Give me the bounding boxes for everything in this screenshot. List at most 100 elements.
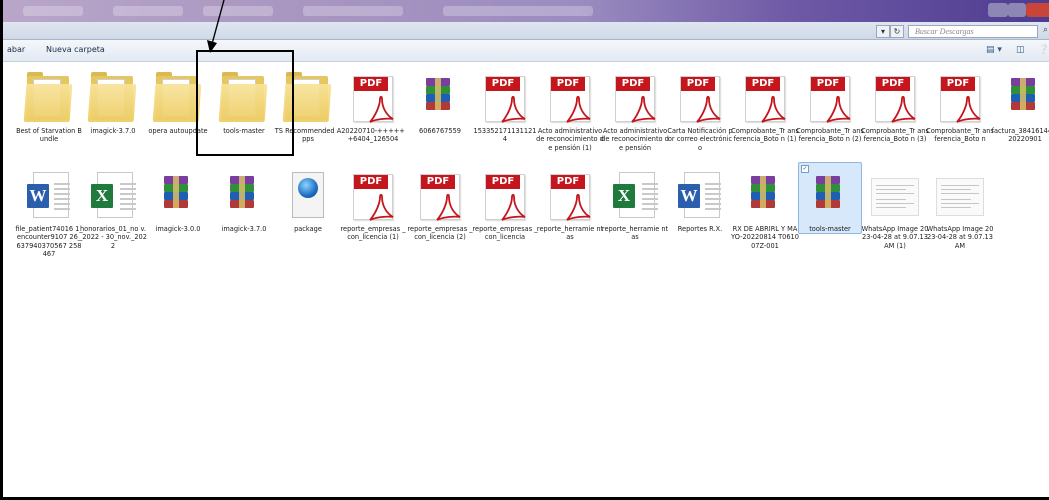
file-icon: PDF [479, 70, 531, 124]
file-item[interactable]: PDF Comprobante_Tr ansferencia_Boto n (3… [861, 70, 929, 180]
file-item[interactable]: PDF Comprobante_Tr ansferencia_Boto n (1… [731, 70, 799, 180]
file-label: WhatsApp Image 2023-04-28 at 9.07.13 AM [926, 225, 994, 250]
help-icon[interactable]: ❔ [1038, 45, 1049, 55]
word-badge-icon: W [678, 184, 700, 208]
file-icon: PDF [414, 168, 466, 222]
file-icon: PDF [479, 168, 531, 222]
acrobat-icon [566, 95, 591, 123]
refresh-button[interactable]: ↻ [890, 25, 904, 38]
file-label: reporte_empresas _con_licencia [472, 225, 538, 242]
file-icon: X [609, 168, 661, 222]
word-badge-icon: W [27, 184, 49, 208]
file-item[interactable]: PDF Acto administrativo de reconocimient… [536, 70, 604, 180]
file-item[interactable]: imagick-3.0.0 [146, 168, 210, 278]
file-label: 153352171131121 4 [473, 127, 537, 144]
file-item[interactable]: W file_patient74016 1_encounter9107 26_6… [15, 168, 83, 278]
search-input[interactable]: Buscar Descargas [908, 25, 1038, 38]
file-icon: PDF [544, 70, 596, 124]
minimize-button[interactable] [988, 3, 1008, 17]
file-item[interactable]: PDF reporte_herramie ntas [537, 168, 603, 278]
file-label: Carta Notificación por correo electrónic… [667, 127, 733, 152]
file-label: Acto administrativo de reconocimiento de… [601, 127, 669, 152]
preview-pane-icon[interactable]: ◫ [1016, 45, 1025, 55]
file-icon [869, 168, 921, 222]
file-item[interactable]: RX DE ABRIRL Y MAYO-20220814 T061007Z-00… [731, 168, 799, 278]
file-item[interactable]: package [276, 168, 340, 278]
winrar-archive-icon [426, 78, 450, 112]
file-item[interactable]: PDF Carta Notificación por correo electr… [667, 70, 733, 180]
folder-icon [87, 84, 137, 122]
globe-icon [298, 178, 318, 198]
new-folder-button[interactable]: Nueva carpeta [46, 45, 105, 54]
acrobat-icon [826, 95, 851, 123]
file-item[interactable]: ✓ tools-master [798, 162, 862, 278]
blurred-tab[interactable] [23, 6, 83, 16]
file-label: factura_38416144 720220901 [991, 127, 1049, 144]
pdf-page-icon: PDF [550, 76, 591, 123]
file-label: imagick-3.7.0 [221, 225, 267, 233]
file-label: imagick-3.7.0 [90, 127, 136, 135]
file-item[interactable]: WhatsApp Image 2023-04-28 at 9.07.13 AM … [862, 168, 928, 278]
pdf-page-icon: PDF [550, 174, 591, 221]
pdf-banner: PDF [746, 77, 780, 91]
annotation-highlight-box [196, 50, 294, 156]
file-item[interactable]: PDF reporte_empresas _con_licencia (1) [340, 168, 406, 278]
file-label: Comprobante_Tr ansferencia_Boto n (3) [861, 127, 929, 144]
file-icon [934, 168, 986, 222]
folder-icon [152, 84, 202, 122]
pdf-banner: PDF [551, 175, 585, 189]
file-item[interactable]: imagick-3.7.0 [212, 168, 276, 278]
blurred-tab[interactable] [443, 6, 593, 16]
pdf-banner: PDF [486, 175, 520, 189]
acrobat-icon [369, 193, 394, 221]
file-item[interactable]: factura_38416144 720220901 [991, 70, 1049, 180]
file-label: honorarios_01_no v._2022 - 30_nov._2022 [79, 225, 147, 250]
pdf-page-icon: PDF [420, 174, 461, 221]
file-icon [414, 70, 466, 124]
file-icon: PDF [347, 70, 399, 124]
pdf-banner: PDF [551, 77, 585, 91]
file-item[interactable]: PDF 153352171131121 4 [473, 70, 537, 180]
close-button[interactable] [1026, 3, 1049, 17]
image-thumbnail [871, 178, 919, 216]
view-options-icon[interactable]: ▤ ▾ [986, 45, 1002, 55]
maximize-button[interactable] [1008, 3, 1026, 17]
acrobat-icon [436, 193, 461, 221]
pdf-banner: PDF [681, 77, 715, 91]
file-item[interactable]: PDF reporte_empresas _con_licencia (2) [407, 168, 473, 278]
file-item[interactable]: W Reportes R.X. [668, 168, 732, 278]
pdf-banner: PDF [811, 77, 845, 91]
folder-icon [23, 84, 73, 122]
file-label: Comprobante_Tr ansferencia_Boto n (1) [731, 127, 799, 144]
address-dropdown-button[interactable]: ▾ [876, 25, 890, 38]
file-label: package [294, 225, 322, 233]
file-item[interactable]: PDF reporte_empresas _con_licencia [472, 168, 538, 278]
file-item[interactable]: PDF 20220710-+++++ +6404_126504 [341, 70, 405, 180]
file-item[interactable]: Best of Starvation Bundle [16, 70, 82, 180]
file-item[interactable]: imagick-3.7.0 [81, 70, 145, 180]
winrar-archive-icon [1011, 78, 1035, 112]
file-label: reporte_herramie ntas [601, 225, 669, 242]
pdf-banner: PDF [354, 77, 388, 91]
file-icon: PDF [934, 70, 986, 124]
file-icon: PDF [739, 70, 791, 124]
acrobat-icon [369, 95, 394, 123]
pdf-banner: PDF [616, 77, 650, 91]
file-item[interactable]: X honorarios_01_no v._2022 - 30_nov._202… [79, 168, 147, 278]
file-icon: PDF [609, 70, 661, 124]
file-item[interactable]: 6066767559 [408, 70, 472, 180]
pdf-page-icon: PDF [485, 174, 526, 221]
pdf-page-icon: PDF [940, 76, 981, 123]
file-item[interactable]: X reporte_herramie ntas [601, 168, 669, 278]
search-icon[interactable]: ⌕ [1043, 25, 1048, 35]
file-item[interactable]: PDF Comprobante_Tr ansferencia_Boto n [926, 70, 994, 180]
file-item[interactable]: WhatsApp Image 2023-04-28 at 9.07.13 AM [926, 168, 994, 278]
blurred-tab[interactable] [303, 6, 403, 16]
file-item[interactable]: PDF Acto administrativo de reconocimient… [601, 70, 669, 180]
pdf-page-icon: PDF [353, 76, 394, 123]
blurred-tab[interactable] [113, 6, 183, 16]
share-button[interactable]: abar [7, 45, 25, 54]
acrobat-icon [631, 95, 656, 123]
file-label: file_patient74016 1_encounter9107 26_637… [15, 225, 83, 259]
file-label: 20220710-+++++ +6404_126504 [341, 127, 405, 144]
